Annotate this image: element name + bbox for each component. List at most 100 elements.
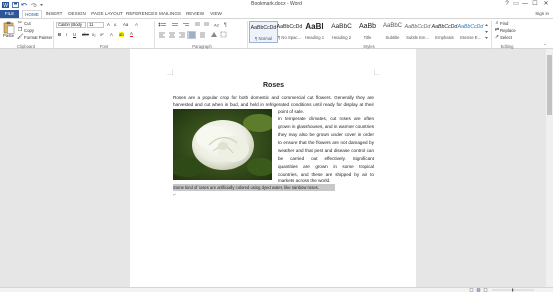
paragraph-line[interactable]: to ensure that the flowers are not damag… — [278, 139, 374, 146]
white-rose-image[interactable] — [173, 109, 272, 180]
shrink-font-button[interactable]: A — [114, 23, 116, 27]
tab-view[interactable]: VIEW — [207, 10, 225, 18]
style-name: ¶ Normal — [255, 36, 272, 41]
paragraph-line[interactable]: markets across the world. — [278, 177, 330, 184]
paragraph-line[interactable]: Roses are a popular crop for both domest… — [173, 94, 374, 101]
tab-review[interactable]: REVIEW — [184, 10, 206, 18]
read-mode-icon — [469, 288, 474, 292]
grow-font-button[interactable]: A — [107, 22, 110, 27]
window-title: Bookmark.docx - Word — [251, 1, 302, 7]
svg-text:¶: ¶ — [224, 23, 227, 29]
cut-icon[interactable]: ✂ — [17, 20, 23, 26]
tab-home[interactable]: HOME — [22, 10, 42, 18]
paragraph-mark: ↵ — [173, 192, 177, 197]
style-name: Heading 1 — [304, 35, 325, 40]
decrease-indent-icon[interactable] — [195, 22, 200, 26]
bullets-icon[interactable] — [158, 22, 166, 27]
zoom-slider-thumb — [512, 288, 514, 292]
group-separator — [247, 21, 248, 49]
maximize-button[interactable]: ☐ — [531, 1, 539, 8]
bold-button[interactable]: B — [58, 32, 61, 37]
paragraph-line[interactable]: point of sale. — [278, 108, 304, 115]
borders-icon[interactable] — [220, 31, 227, 38]
copy-icon[interactable]: ❐ — [17, 27, 23, 33]
shading-icon[interactable] — [211, 32, 217, 37]
style-preview: AaBl — [305, 22, 324, 31]
style-heading-2[interactable]: AaBbC Heading 2 — [327, 21, 356, 43]
style-heading-1[interactable]: AaBl Heading 1 — [300, 21, 329, 43]
replace-button[interactable]: Replace — [500, 28, 516, 33]
highlight-button[interactable]: ab — [119, 32, 124, 37]
view-and-zoom-controls[interactable] — [468, 288, 538, 292]
minimize-button[interactable]: — — [521, 1, 529, 8]
vertical-scrollbar[interactable] — [546, 49, 553, 287]
tab-references[interactable]: REFERENCES — [126, 10, 157, 18]
selected-text[interactable]: Some kind of roses are artificially colo… — [173, 184, 335, 191]
paragraph-line[interactable]: grown in glasshouses, and in warmer coun… — [278, 123, 374, 130]
paragraph-line[interactable]: weather and that pest and disease contro… — [278, 147, 374, 154]
styles-scroll-icon[interactable] — [484, 22, 489, 42]
tab-mailings[interactable]: MAILINGS — [158, 10, 182, 18]
style-name: Heading 2 — [331, 35, 352, 40]
paragraph-line[interactable]: harvested and cut when in bud, and held … — [173, 101, 374, 108]
format-painter-button[interactable]: Format Painter — [24, 35, 52, 40]
font-size-box[interactable]: 11 — [87, 22, 104, 28]
tab-file[interactable]: FILE — [0, 10, 19, 18]
superscript-button[interactable]: x² — [100, 32, 104, 37]
italic-button[interactable]: I — [66, 32, 67, 37]
document-page[interactable]: Roses Roses are a popular crop for both … — [130, 49, 416, 287]
line-spacing-icon[interactable] — [200, 32, 205, 38]
tab-insert[interactable]: INSERT — [44, 10, 64, 18]
word-window: W Bookmark.docx - Word ? ▭ — ☐ ✕ FILE HO… — [0, 0, 553, 292]
crop-mark-top-left — [167, 69, 173, 75]
style-intense-emphasis[interactable]: AaBbCcDd Intense E... — [456, 21, 485, 43]
close-button[interactable]: ✕ — [542, 1, 550, 8]
style-preview: AaBbCcDd — [431, 24, 458, 30]
ribbon-display-icon[interactable]: ▭ — [512, 1, 520, 8]
scrollbar-thumb[interactable] — [547, 55, 552, 115]
sign-in-link[interactable]: Sign in — [535, 10, 549, 18]
font-name-box[interactable]: Calibri (Body — [56, 22, 86, 28]
strikethrough-button[interactable]: abc — [82, 32, 89, 37]
subscript-button[interactable]: x₂ — [92, 32, 96, 37]
paragraph-line[interactable]: In temperate climates, cut roses are oft… — [278, 115, 374, 122]
help-icon[interactable]: ? — [503, 1, 511, 8]
find-button[interactable]: Find — [500, 21, 508, 26]
increase-indent-icon[interactable] — [204, 22, 209, 26]
underline-button[interactable]: U — [73, 32, 76, 37]
tab-page-layout[interactable]: PAGE LAYOUT — [90, 10, 124, 18]
style-preview: AaBbCcDd — [250, 25, 277, 31]
paragraph-controls: AZ ¶ — [158, 22, 227, 39]
justify-icon[interactable] — [187, 31, 196, 39]
format-painter-icon[interactable]: 🖌 — [17, 34, 23, 40]
document-canvas: Roses Roses are a popular crop for both … — [0, 49, 546, 287]
style-subtle-emphasis[interactable]: AaBbCcDd Subtle Em... — [403, 21, 432, 43]
multilevel-list-icon[interactable] — [183, 23, 189, 26]
paragraph-line[interactable]: quantities are grown in some tropical — [278, 163, 374, 170]
document-heading[interactable]: Roses — [173, 82, 374, 89]
copy-button[interactable]: Copy — [24, 28, 34, 33]
change-case-button[interactable]: Aa — [123, 22, 128, 27]
show-formatting-icon[interactable]: ¶ — [224, 23, 227, 29]
numbering-icon[interactable] — [172, 23, 178, 26]
align-left-icon[interactable] — [159, 32, 165, 38]
style-emphasis[interactable]: AaBbCcDd Emphasis — [430, 21, 459, 43]
svg-text:AZ: AZ — [214, 23, 220, 28]
tab-design[interactable]: DESIGN — [66, 10, 88, 18]
font-color-button[interactable]: A — [130, 31, 133, 37]
group-separator — [154, 21, 155, 49]
paste-button[interactable]: Paste — [3, 33, 14, 38]
select-button[interactable]: Select — [500, 35, 512, 40]
align-center-icon[interactable] — [169, 32, 175, 38]
paragraph-line[interactable]: be carried out effectively. Significant — [278, 155, 374, 162]
ribbon-tabs: FILE HOME INSERT DESIGN PAGE LAYOUT REFE… — [0, 10, 553, 18]
sort-icon[interactable]: AZ — [214, 23, 220, 28]
cut-button[interactable]: Cut — [24, 21, 31, 26]
crop-mark-top-right — [374, 69, 380, 75]
style-normal[interactable]: AaBbCcDd ¶ Normal — [249, 21, 278, 43]
text-effects-button[interactable]: A — [110, 32, 113, 37]
paragraph-line[interactable]: they may also be grown under cover in or… — [278, 131, 374, 138]
align-right-icon[interactable] — [179, 32, 185, 38]
clear-formatting-button[interactable]: A — [135, 22, 138, 27]
web-layout-icon — [483, 288, 488, 292]
